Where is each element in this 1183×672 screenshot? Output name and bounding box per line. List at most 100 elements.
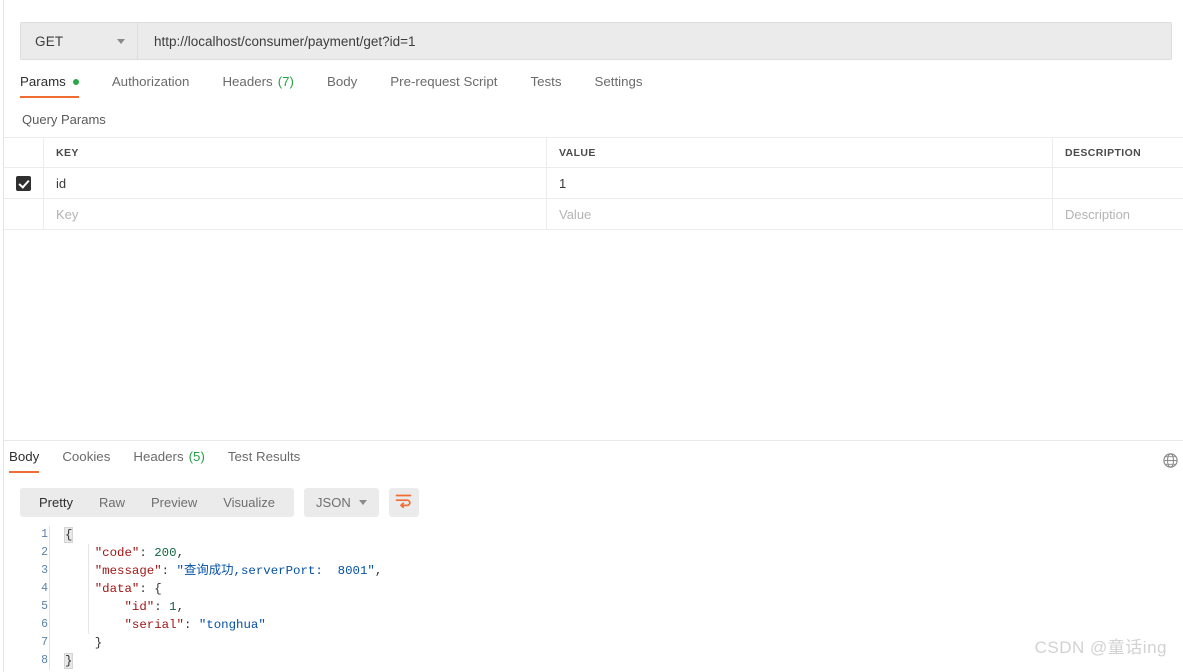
- value-input-placeholder: Value: [559, 206, 592, 222]
- view-mode-raw[interactable]: Raw: [86, 488, 138, 517]
- response-tab-headers[interactable]: Headers (5): [133, 449, 205, 473]
- request-tabs: Params Authorization Headers (7) Body Pr…: [20, 74, 676, 104]
- line-number: 1: [41, 528, 48, 541]
- code-line: 5 "id": 1,: [20, 598, 1160, 616]
- line-content: }: [94, 636, 103, 650]
- header-cell-checkbox: [4, 138, 44, 167]
- row-key-cell[interactable]: id: [44, 168, 547, 198]
- view-mode-preview[interactable]: Preview: [138, 488, 210, 517]
- header-cell-key: KEY: [44, 138, 547, 167]
- response-view-toolbar: Pretty Raw Preview Visualize JSON: [20, 488, 419, 517]
- header-cell-description: DESCRIPTION: [1053, 138, 1183, 167]
- params-modified-dot-icon: [72, 78, 79, 85]
- key-input-placeholder: Key: [56, 206, 79, 222]
- request-url-input[interactable]: http://localhost/consumer/payment/get?id…: [138, 23, 1171, 59]
- line-content: {: [63, 527, 74, 543]
- word-wrap-icon: [395, 493, 412, 513]
- row-checkbox-cell: [4, 168, 44, 198]
- line-number: 5: [41, 600, 48, 613]
- row-value-cell[interactable]: 1: [547, 168, 1053, 198]
- param-enabled-checkbox[interactable]: [16, 175, 31, 191]
- column-header-value: VALUE: [559, 146, 596, 159]
- line-number: 6: [41, 618, 48, 631]
- empty-row-value-cell[interactable]: Value: [547, 199, 1053, 229]
- tab-params[interactable]: Params: [20, 74, 79, 98]
- response-body-code[interactable]: 1 { 2 "code": 200, 3 "message": "查询成功,se…: [20, 526, 1160, 670]
- query-params-title: Query Params: [22, 112, 106, 127]
- line-number: 2: [41, 546, 48, 559]
- word-wrap-toggle-button[interactable]: [388, 488, 419, 517]
- response-tab-headers-count: (5): [188, 449, 205, 464]
- http-method-select[interactable]: GET: [21, 23, 138, 59]
- query-params-table: KEY VALUE DESCRIPTION id 1 Key Value Des…: [4, 137, 1183, 229]
- line-number: 4: [41, 582, 48, 595]
- response-tab-test-results[interactable]: Test Results: [228, 449, 300, 473]
- response-pane-divider[interactable]: [4, 440, 1183, 441]
- tab-settings-label: Settings: [594, 74, 643, 89]
- response-tab-cookies[interactable]: Cookies: [62, 449, 110, 473]
- code-line: 6 "serial": "tonghua": [20, 616, 1160, 634]
- response-tab-test-results-label: Test Results: [227, 449, 301, 464]
- line-content: }: [63, 653, 74, 669]
- empty-row-description-cell[interactable]: Description: [1053, 199, 1183, 229]
- response-tab-headers-label: Headers: [133, 449, 184, 464]
- chevron-down-icon: [358, 500, 367, 505]
- response-tab-body-label: Body: [9, 449, 40, 464]
- csdn-watermark: CSDN @童话ing: [1034, 638, 1167, 657]
- response-format-select[interactable]: JSON: [304, 488, 379, 517]
- postman-request-response-view: GET http://localhost/consumer/payment/ge…: [0, 0, 1183, 672]
- column-header-key: KEY: [56, 146, 79, 159]
- tab-pre-request-script[interactable]: Pre-request Script: [390, 74, 497, 98]
- tab-pre-request-script-label: Pre-request Script: [390, 74, 498, 89]
- response-tab-cookies-label: Cookies: [62, 449, 111, 464]
- view-mode-visualize[interactable]: Visualize: [210, 488, 288, 517]
- tab-body-label: Body: [326, 74, 358, 89]
- tab-params-label: Params: [20, 74, 66, 89]
- table-row-empty[interactable]: Key Value Description: [4, 198, 1183, 229]
- tab-headers-label: Headers: [222, 74, 273, 89]
- line-content: "serial": "tonghua": [124, 618, 266, 632]
- tab-authorization-label: Authorization: [111, 74, 190, 89]
- tab-tests[interactable]: Tests: [530, 74, 561, 98]
- row-description-cell[interactable]: [1053, 168, 1183, 198]
- empty-row-checkbox-cell: [4, 199, 44, 229]
- line-content: "id": 1,: [124, 600, 185, 614]
- tab-settings[interactable]: Settings: [594, 74, 642, 98]
- response-tab-body[interactable]: Body: [9, 449, 40, 473]
- tab-body[interactable]: Body: [327, 74, 357, 98]
- request-url-bar: GET http://localhost/consumer/payment/ge…: [20, 22, 1172, 60]
- line-content: "code": 200,: [94, 546, 184, 560]
- globe-icon[interactable]: [1162, 452, 1179, 469]
- table-row[interactable]: id 1: [4, 167, 1183, 198]
- param-value-value: 1: [559, 175, 567, 191]
- param-key-value: id: [56, 175, 67, 191]
- tab-headers-count: (7): [277, 74, 294, 89]
- response-tabs: Body Cookies Headers (5) Test Results: [9, 449, 323, 477]
- description-input-placeholder: Description: [1065, 206, 1131, 222]
- table-bottom-border: [4, 229, 1183, 230]
- tab-tests-label: Tests: [530, 74, 562, 89]
- line-number: 8: [41, 654, 48, 667]
- left-edge-divider: [3, 0, 4, 672]
- line-content: "data": {: [94, 582, 162, 596]
- column-header-description: DESCRIPTION: [1065, 146, 1142, 159]
- line-number: 3: [41, 564, 48, 577]
- line-content: "message": "查询成功,serverPort: 8001",: [94, 564, 383, 578]
- tab-headers[interactable]: Headers (7): [222, 74, 294, 98]
- code-line: 4 "data": {: [20, 580, 1160, 598]
- code-line: 2 "code": 200,: [20, 544, 1160, 562]
- table-header-row: KEY VALUE DESCRIPTION: [4, 137, 1183, 167]
- view-mode-pretty[interactable]: Pretty: [26, 488, 86, 517]
- code-line: 3 "message": "查询成功,serverPort: 8001",: [20, 562, 1160, 580]
- http-method-label: GET: [35, 33, 64, 49]
- code-line: 1 {: [20, 526, 1160, 544]
- chevron-down-icon: [117, 38, 125, 44]
- response-format-label: JSON: [316, 495, 351, 510]
- empty-row-key-cell[interactable]: Key: [44, 199, 547, 229]
- code-line: 8 }: [20, 652, 1160, 670]
- line-number: 7: [41, 636, 48, 649]
- tab-authorization[interactable]: Authorization: [112, 74, 190, 98]
- response-view-mode-group: Pretty Raw Preview Visualize: [20, 488, 295, 517]
- code-line: 7 }: [20, 634, 1160, 652]
- header-cell-value: VALUE: [547, 138, 1053, 167]
